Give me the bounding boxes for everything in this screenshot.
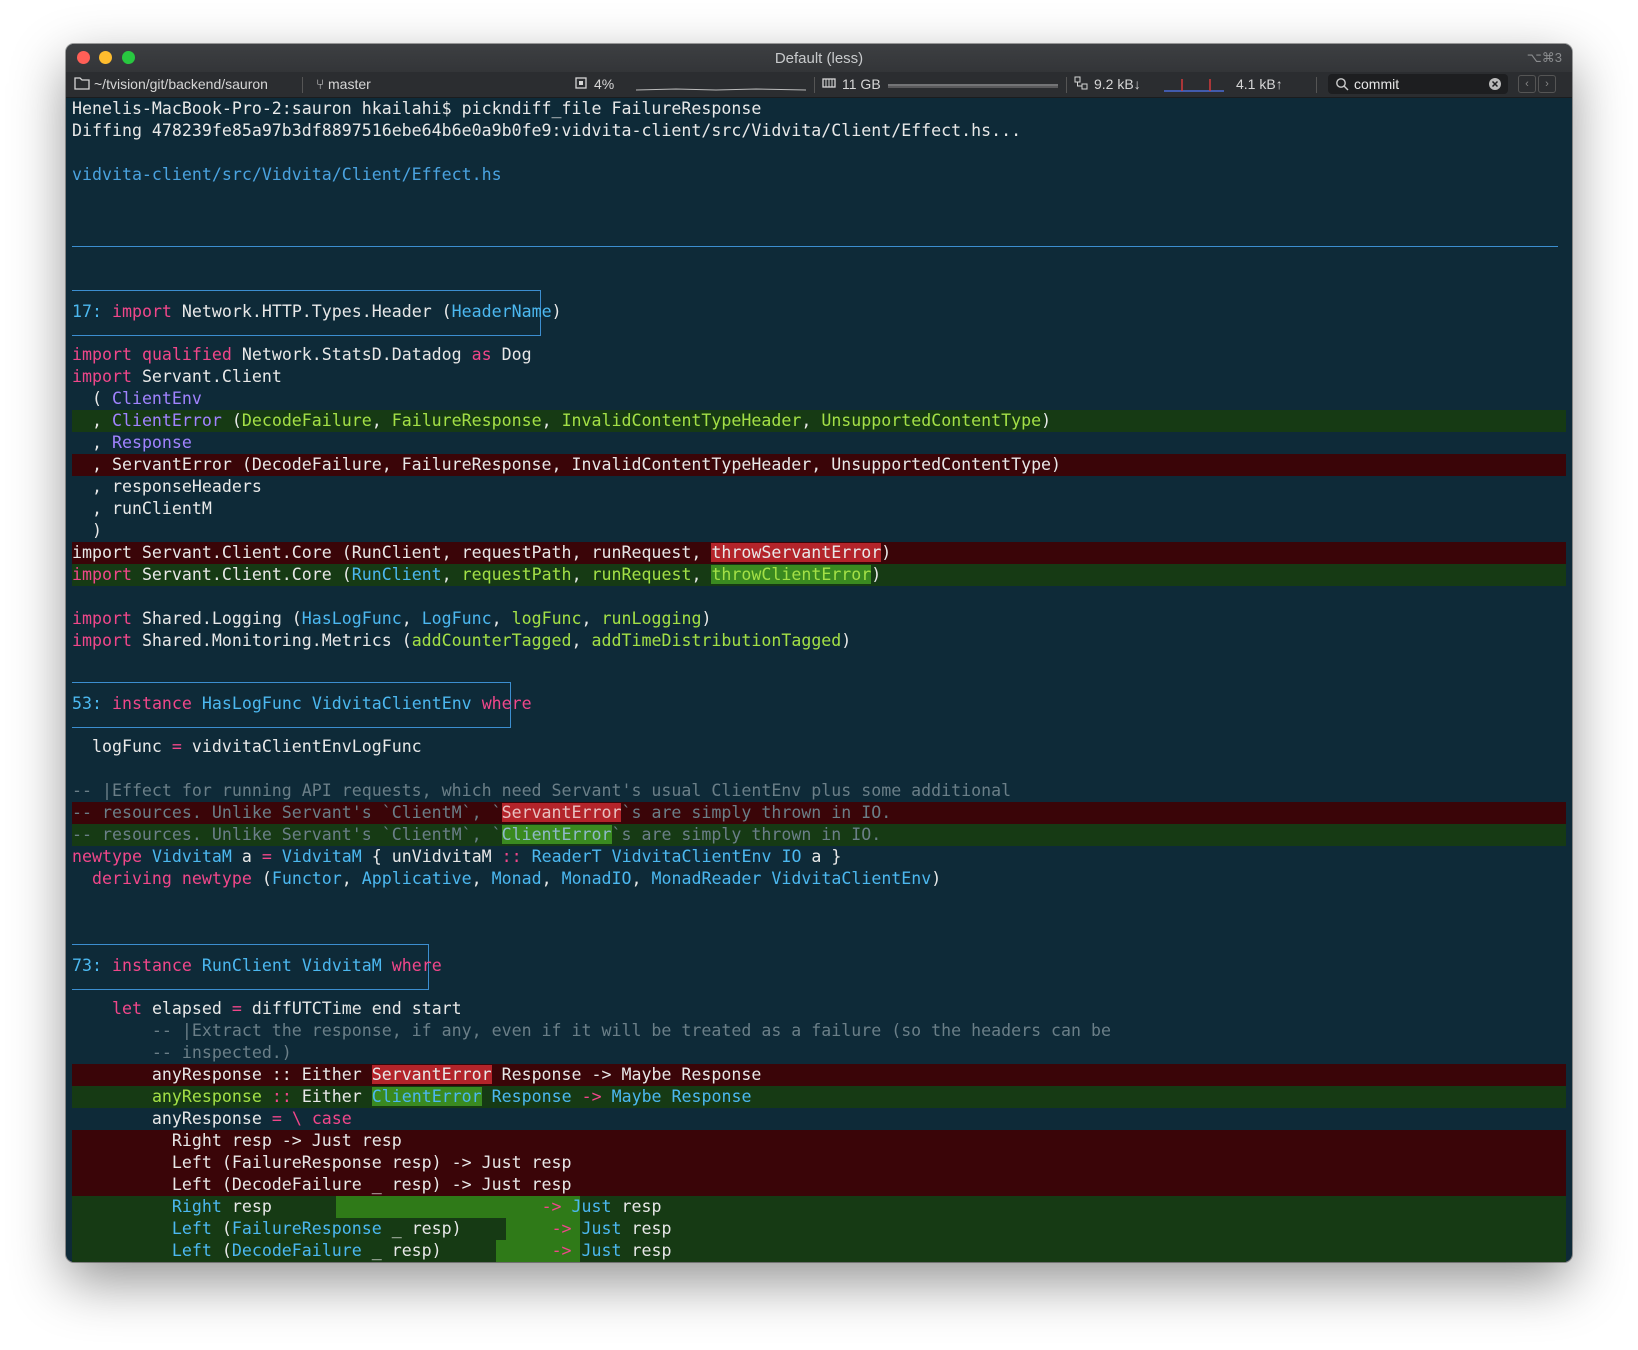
file-separator bbox=[72, 246, 1558, 247]
code-line: ) bbox=[72, 521, 102, 540]
removed-line: import Servant.Client.Core (RunClient, r… bbox=[72, 543, 892, 562]
added-line: anyResponse :: Either ClientError Respon… bbox=[151, 1087, 752, 1106]
comment-line: -- |Extract the response, if any, even i… bbox=[72, 1021, 1111, 1040]
prompt-line: Henelis-MacBook-Pro-2:sauron hkailahi$ p… bbox=[72, 99, 762, 118]
hunk-line-number: 73: bbox=[72, 956, 102, 975]
hunk-header-1: 17: import Network.HTTP.Types.Header (He… bbox=[72, 302, 562, 321]
diffing-line: Diffing 478239fe85a97b3df8897516ebe64b6e… bbox=[72, 121, 1022, 140]
search-previous-button[interactable]: ‹ bbox=[1518, 75, 1536, 93]
code-line: import Servant.Client bbox=[72, 367, 282, 386]
window-shortcut: ⌥⌘3 bbox=[1526, 50, 1562, 65]
removed-line: Left (FailureResponse resp) -> Just resp bbox=[72, 1153, 572, 1172]
terminal-content[interactable]: Henelis-MacBook-Pro-2:sauron hkailahi$ p… bbox=[66, 98, 1572, 1262]
git-branch-icon: ⑂ bbox=[316, 76, 325, 92]
removed-line: anyResponse :: Either ServantError Respo… bbox=[72, 1065, 762, 1084]
git-branch[interactable]: master bbox=[328, 76, 371, 92]
code-line: import qualified Network.StatsD.Datadog … bbox=[72, 345, 532, 364]
code-line: , Response bbox=[72, 433, 192, 452]
network-icon bbox=[1074, 76, 1088, 93]
window-title: Default (less) bbox=[774, 50, 864, 67]
code-line: ( ClientEnv bbox=[72, 389, 202, 408]
comment-line: -- |Effect for running API requests, whi… bbox=[72, 781, 1012, 800]
code-line: , runClientM bbox=[72, 499, 212, 518]
memory-icon bbox=[822, 76, 836, 93]
network-sparkline bbox=[1164, 79, 1224, 92]
diff-file-path: vidvita-client/src/Vidvita/Client/Effect… bbox=[72, 165, 502, 184]
code-line: let elapsed = diffUTCTime end start bbox=[111, 999, 462, 1018]
search-icon bbox=[1335, 77, 1349, 94]
cpu-usage: 4% bbox=[594, 76, 615, 92]
removed-line: -- resources. Unlike Servant's `ClientM`… bbox=[72, 803, 892, 822]
hunk-line-number: 53: bbox=[72, 694, 102, 713]
search-next-button[interactable]: › bbox=[1538, 75, 1556, 93]
removed-line: Right resp -> Just resp bbox=[72, 1131, 402, 1150]
code-line: newtype VidvitaM a = VidvitaM { unVidvit… bbox=[72, 847, 842, 866]
terminal-window: Default (less) ⌥⌘3 ~/tvision/git/backend… bbox=[66, 44, 1572, 1262]
status-divider bbox=[302, 77, 303, 93]
added-line: Right resp -> Just resp bbox=[171, 1197, 662, 1216]
cpu-sparkline bbox=[636, 88, 806, 91]
code-line: anyResponse = \ case bbox=[72, 1109, 352, 1128]
code-line: import Shared.Logging (HasLogFunc, LogFu… bbox=[72, 609, 712, 628]
memory-sparkline bbox=[888, 84, 1058, 88]
code-line: , responseHeaders bbox=[72, 477, 262, 496]
status-divider bbox=[1316, 77, 1317, 93]
status-divider bbox=[1066, 77, 1067, 93]
hunk-line-number: 17: bbox=[72, 302, 102, 321]
added-line: import Servant.Client.Core (RunClient, r… bbox=[72, 565, 882, 584]
removed-line: , ServantError (DecodeFailure, FailureRe… bbox=[72, 455, 1062, 474]
status-bar: ~/tvision/git/backend/sauron ⑂ master 4%… bbox=[66, 72, 1572, 98]
network-down: 9.2 kB↓ bbox=[1094, 76, 1141, 92]
search-input[interactable]: commit bbox=[1354, 76, 1399, 92]
added-line: -- resources. Unlike Servant's `ClientM`… bbox=[72, 825, 882, 844]
current-directory[interactable]: ~/tvision/git/backend/sauron bbox=[94, 76, 268, 92]
code-line: logFunc = vidvitaClientEnvLogFunc bbox=[72, 737, 422, 756]
cpu-icon bbox=[574, 76, 588, 93]
title-bar: Default (less) ⌥⌘3 bbox=[66, 44, 1572, 72]
clear-search-icon[interactable] bbox=[1488, 77, 1502, 94]
memory-usage: 11 GB bbox=[842, 76, 881, 92]
added-line: Left (FailureResponse _ resp) -> Just re… bbox=[171, 1219, 672, 1238]
search-field[interactable]: commit bbox=[1328, 74, 1508, 94]
code-line: import Shared.Monitoring.Metrics (addCou… bbox=[72, 631, 852, 650]
hunk-header-2: 53: instance HasLogFunc VidvitaClientEnv… bbox=[72, 694, 532, 713]
hunk-header-3: 73: instance RunClient VidvitaM where bbox=[72, 956, 442, 975]
added-line: Left (DecodeFailure _ resp) -> Just resp bbox=[171, 1241, 672, 1260]
folder-icon bbox=[74, 76, 90, 93]
removed-line: Left (DecodeFailure _ resp) -> Just resp bbox=[72, 1175, 572, 1194]
network-up: 4.1 kB↑ bbox=[1236, 76, 1283, 92]
code-line: deriving newtype (Functor, Applicative, … bbox=[91, 869, 942, 888]
status-divider bbox=[814, 77, 815, 93]
added-line: , ClientError (DecodeFailure, FailureRes… bbox=[72, 411, 1052, 430]
comment-line: -- inspected.) bbox=[72, 1043, 292, 1062]
